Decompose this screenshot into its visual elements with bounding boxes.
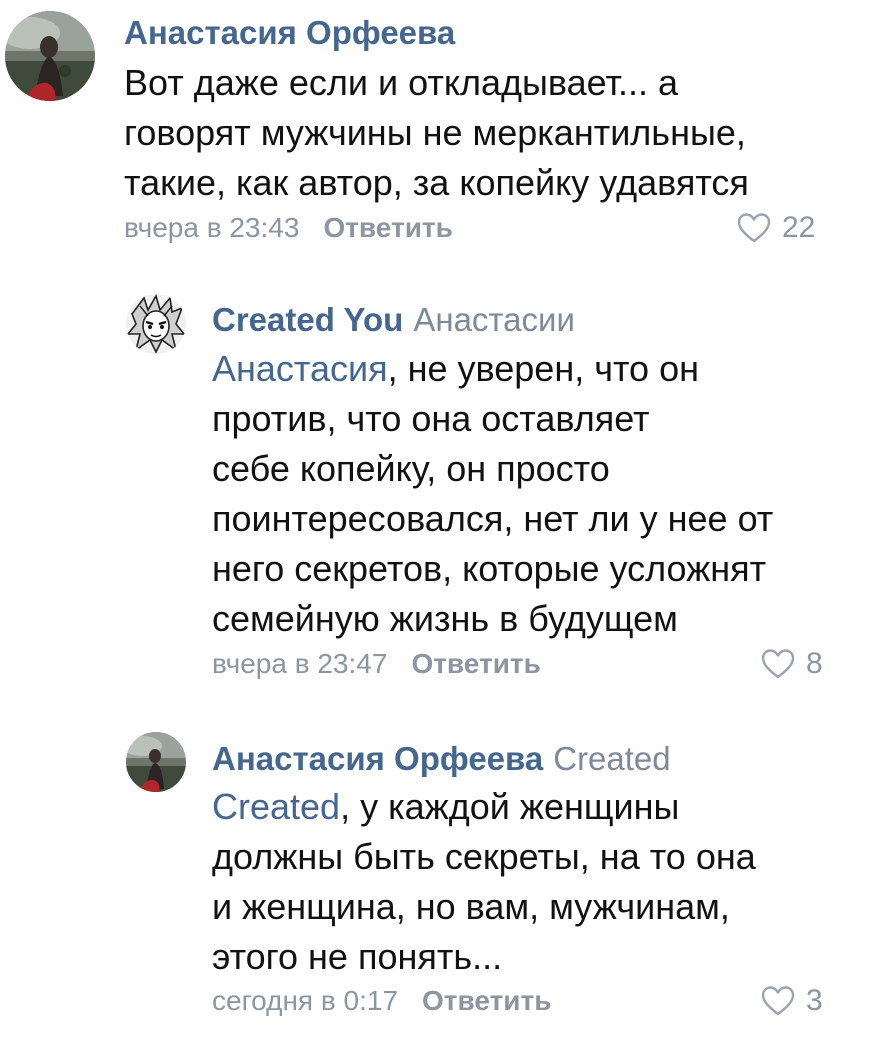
user-photo-avatar-icon bbox=[126, 732, 186, 792]
comment-text-line: себе копейку, он просто bbox=[212, 448, 610, 489]
comment-text: Анастасия, не уверен, что он против, что… bbox=[212, 344, 773, 644]
comment-text-line: семейную жизнь в будущем bbox=[212, 598, 678, 639]
comment-text-line: должны быть секреты, на то она bbox=[212, 836, 756, 877]
like-button[interactable]: 8 bbox=[760, 646, 823, 682]
comment-text-line: и женщина, но вам, мужчинам, bbox=[212, 886, 730, 927]
reply-button[interactable]: Ответить bbox=[411, 648, 540, 679]
mention-link[interactable]: Created bbox=[212, 786, 340, 827]
like-count: 22 bbox=[782, 211, 816, 244]
comment-text-line: Анастасия, не уверен, что он bbox=[212, 344, 773, 394]
timestamp: сегодня в 0:17 bbox=[212, 985, 399, 1016]
comment-text-line: него секретов, которые усложнят bbox=[212, 548, 767, 589]
author-name[interactable]: Created You bbox=[212, 301, 403, 338]
timestamp: вчера в 23:47 bbox=[212, 648, 388, 679]
mention-link[interactable]: Анастасия bbox=[212, 348, 388, 389]
comment-text-fragment: , у каждой женщины bbox=[340, 786, 680, 827]
user-photo-avatar-icon bbox=[5, 11, 95, 101]
comment-text-fragment: , не уверен, что он bbox=[387, 348, 699, 389]
comment-text-line: Вот даже если и откладывает... а bbox=[124, 62, 678, 103]
comment-text-line: поинтересовался, нет ли у нее от bbox=[212, 498, 774, 539]
avatar[interactable] bbox=[126, 294, 186, 354]
reply-to-name[interactable]: Created bbox=[553, 740, 670, 777]
comment-header: Created You Анастасии bbox=[212, 300, 575, 340]
heart-icon bbox=[761, 649, 795, 679]
heart-icon bbox=[761, 986, 795, 1016]
comment-text-line: против, что она оставляет bbox=[212, 398, 650, 439]
author-name[interactable]: Анастасия Орфеева bbox=[212, 740, 543, 777]
reply-button[interactable]: Ответить bbox=[323, 212, 452, 243]
heart-icon bbox=[737, 213, 771, 243]
comment-header: Анастасия Орфеева Created bbox=[212, 739, 671, 779]
anime-drawing-avatar-icon bbox=[126, 294, 186, 354]
author-name[interactable]: Анастасия Орфеева bbox=[124, 14, 455, 51]
avatar[interactable] bbox=[126, 732, 186, 792]
comment-footer: сегодня в 0:17 Ответить bbox=[212, 983, 551, 1019]
like-count: 8 bbox=[806, 647, 823, 680]
reply-button[interactable]: Ответить bbox=[422, 985, 551, 1016]
comment-text: Вот даже если и откладывает... а говорят… bbox=[124, 58, 749, 208]
comment-text-line: говорят мужчины не меркантильные, bbox=[124, 112, 746, 153]
comment-text: Created, у каждой женщины должны быть се… bbox=[212, 782, 756, 982]
comment-text-line: Created, у каждой женщины bbox=[212, 782, 756, 832]
timestamp: вчера в 23:43 bbox=[124, 212, 300, 243]
avatar[interactable] bbox=[5, 11, 95, 101]
comment-header: Анастасия Орфеева bbox=[124, 13, 455, 53]
reply-to-name[interactable]: Анастасии bbox=[413, 301, 575, 338]
like-count: 3 bbox=[806, 984, 823, 1017]
comment-footer: вчера в 23:47 Ответить bbox=[212, 646, 541, 682]
comment-text-line: этого не понять... bbox=[212, 936, 503, 977]
comment-footer: вчера в 23:43 Ответить bbox=[124, 210, 453, 246]
comment-text-line: такие, как автор, за копейку удавятся bbox=[124, 162, 749, 203]
like-button[interactable]: 22 bbox=[736, 210, 815, 246]
like-button[interactable]: 3 bbox=[760, 983, 823, 1019]
